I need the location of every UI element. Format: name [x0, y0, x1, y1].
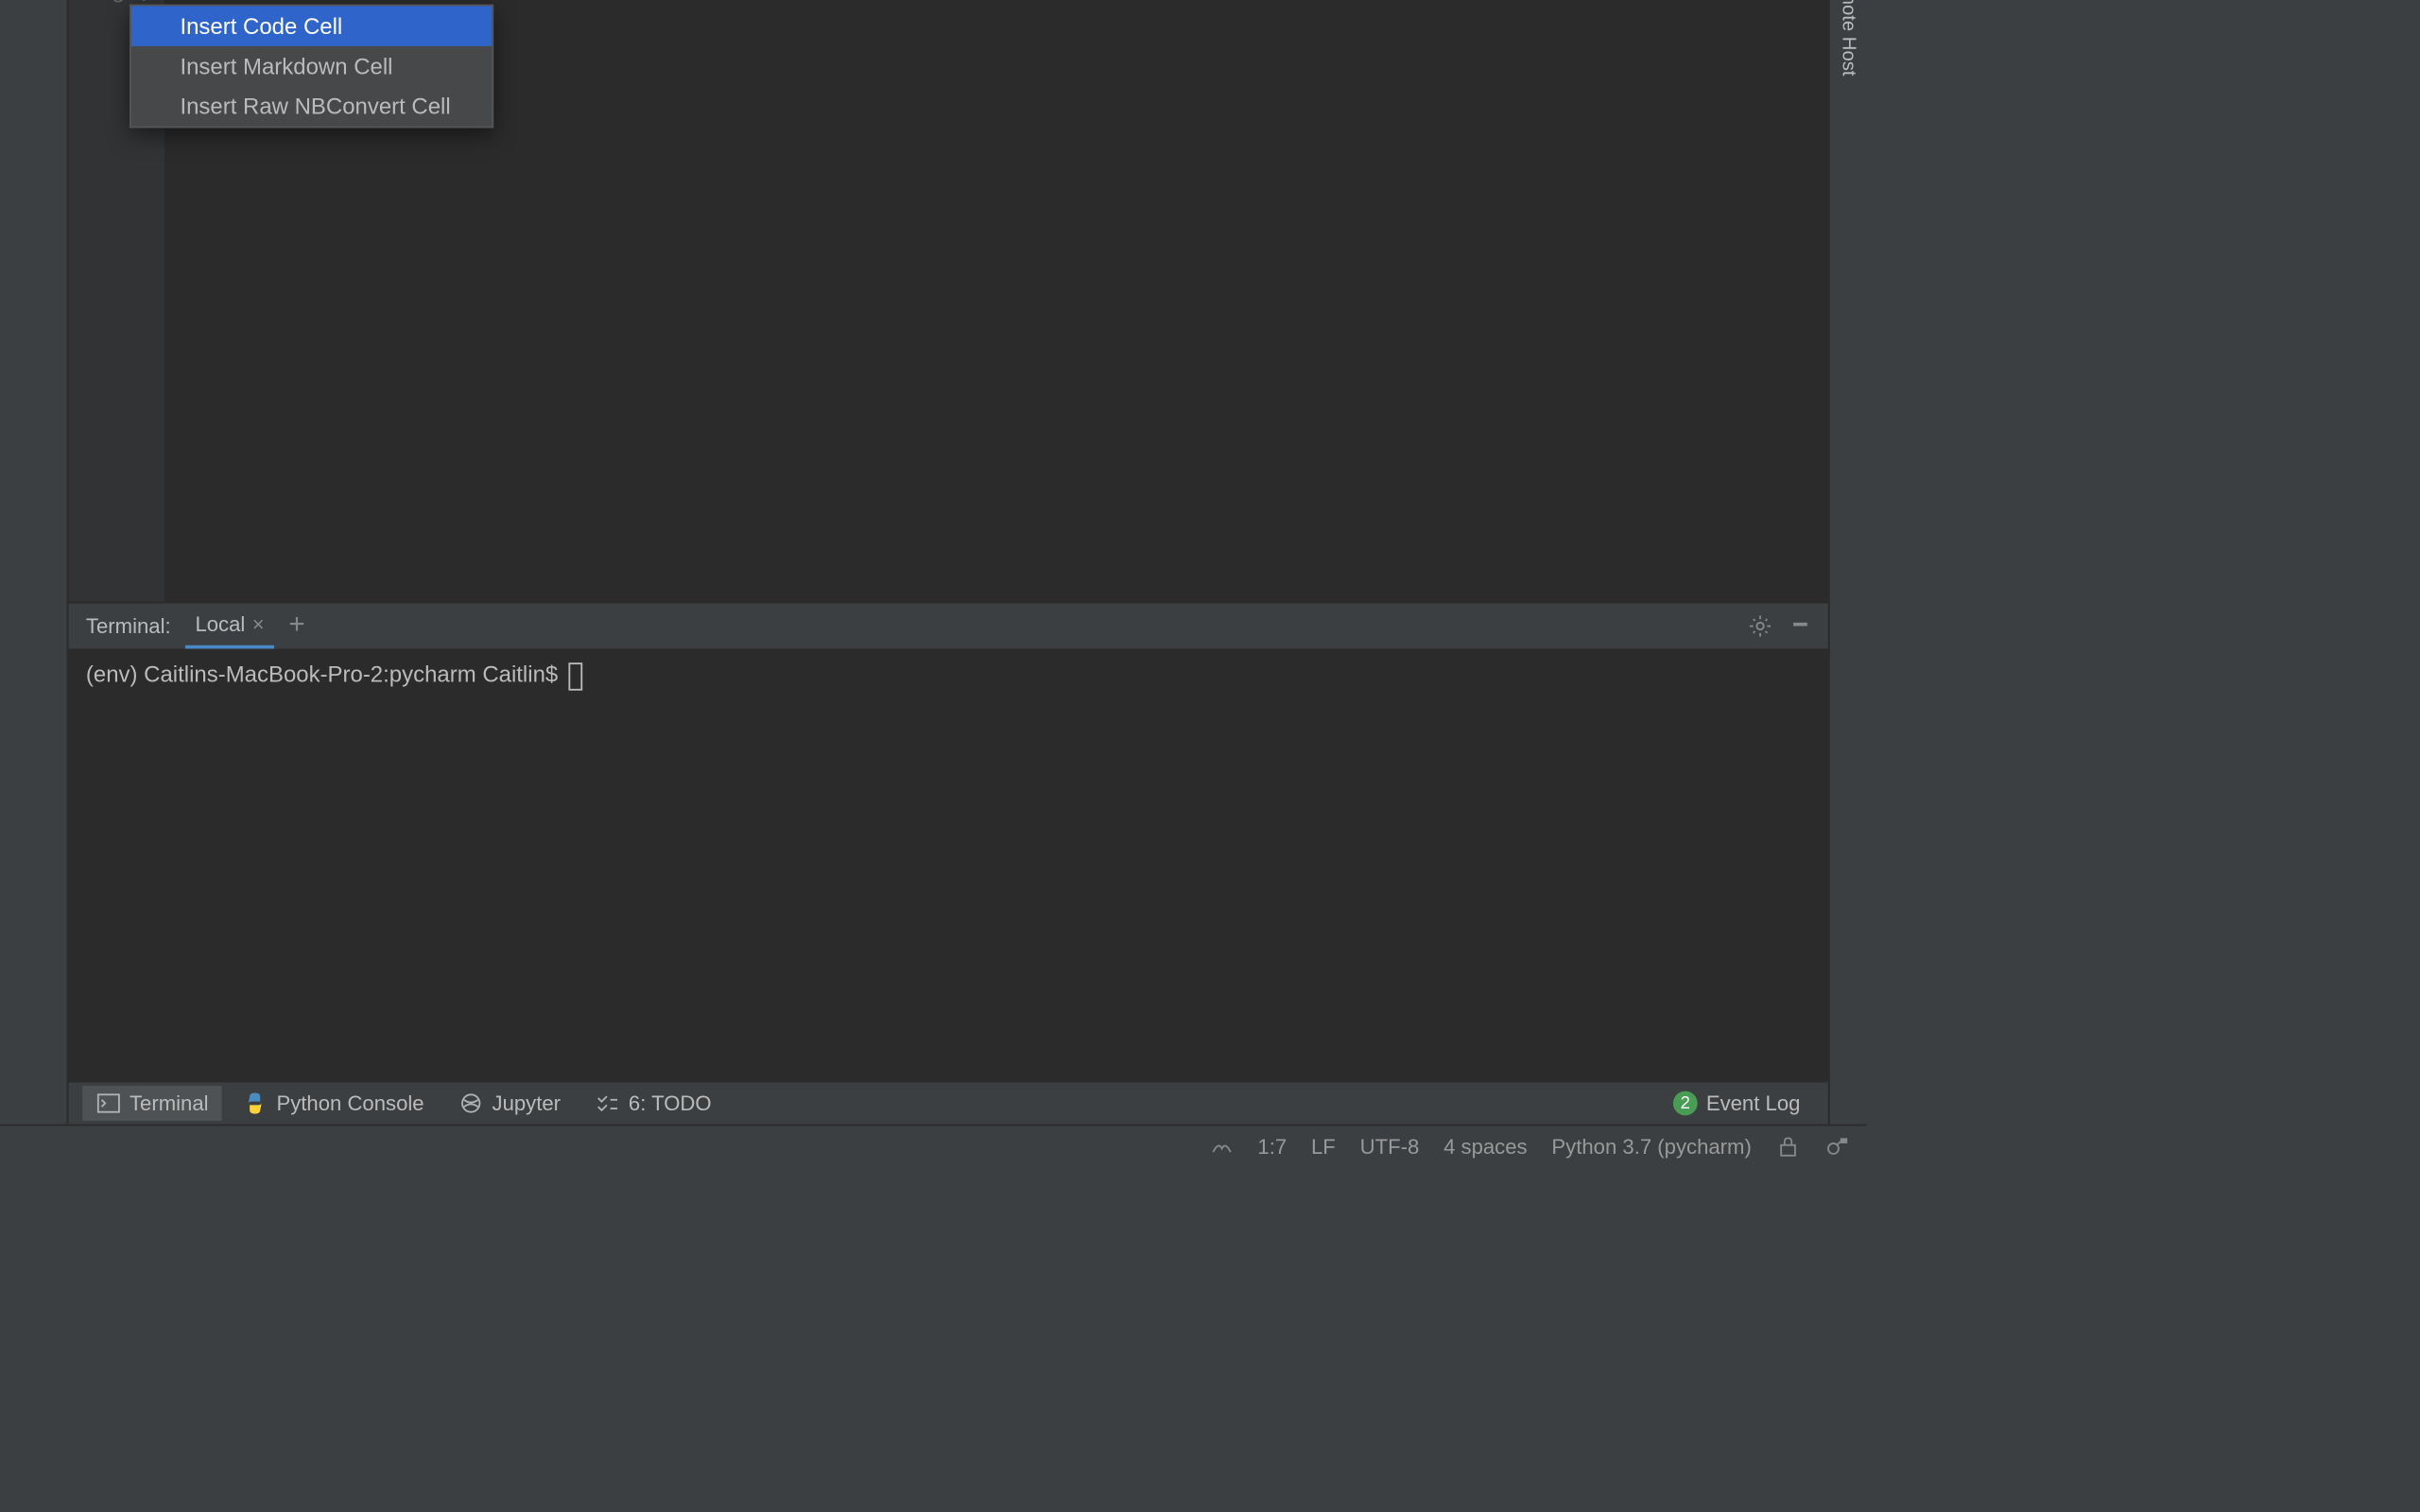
jupyter-icon — [458, 1091, 483, 1116]
terminal-cursor — [568, 662, 582, 689]
python-console-tool-tab[interactable]: Python Console — [230, 1086, 439, 1121]
bottom-tool-tabs: Terminal Python Console Jupyter 6: TODO … — [68, 1081, 1827, 1125]
minimize-icon[interactable] — [1789, 614, 1810, 639]
close-icon[interactable]: × — [252, 612, 265, 637]
terminal-tool-tab[interactable]: Terminal — [82, 1086, 222, 1121]
python-icon — [243, 1091, 268, 1116]
lock-icon[interactable] — [1776, 1134, 1801, 1159]
right-tool-stripe: Database SciView Remote Host — [1828, 0, 1867, 1125]
terminal-tab[interactable]: Local × — [184, 604, 274, 649]
memory-icon[interactable] — [1209, 1134, 1234, 1159]
insert-cell-menu: Insert Code Cell Insert Markdown Cell In… — [130, 5, 494, 129]
status-line-ending[interactable]: LF — [1311, 1134, 1336, 1159]
inspector-icon[interactable] — [1824, 1134, 1849, 1159]
todo-tool-tab[interactable]: 6: TODO — [581, 1086, 725, 1121]
editor-area: pycharm.ipynb × Managed: http://localhos… — [68, 0, 1827, 1125]
status-bar: Insert Code Cell to the end of the noteb… — [0, 1125, 1866, 1166]
remote-host-tool-tab[interactable]: Remote Host — [1834, 0, 1861, 90]
jupyter-tool-tab[interactable]: Jupyter — [445, 1086, 575, 1121]
menu-insert-code-cell[interactable]: Insert Code Cell — [131, 6, 493, 45]
menu-insert-raw-cell[interactable]: Insert Raw NBConvert Cell — [131, 86, 493, 126]
status-indent[interactable]: 4 spaces — [1443, 1134, 1528, 1159]
gear-icon[interactable] — [1748, 614, 1772, 639]
terminal-body[interactable]: (env) Caitlins-MacBook-Pro-2:pycharm Cai… — [68, 650, 1827, 1080]
event-log-tool-tab[interactable]: 2 Event Log — [1659, 1086, 1814, 1121]
menu-insert-markdown-cell[interactable]: Insert Markdown Cell — [131, 46, 493, 86]
event-log-badge: 2 — [1673, 1091, 1698, 1116]
terminal-panel: Terminal: Local × + (env) Caitlins-MacBo… — [68, 602, 1827, 1081]
todo-icon — [596, 1092, 620, 1113]
status-position[interactable]: 1:7 — [1257, 1134, 1287, 1159]
preview-pane: This is a Markdown Cell — [1079, 0, 1827, 602]
status-encoding[interactable]: UTF-8 — [1360, 1134, 1420, 1159]
terminal-icon — [96, 1092, 121, 1113]
project-panel: Project pycharm ~/Desktop/pycharm — [0, 0, 68, 1125]
add-terminal-icon[interactable]: + — [288, 610, 304, 642]
status-interpreter[interactable]: Python 3.7 (pycharm) — [1551, 1134, 1751, 1159]
terminal-title: Terminal: — [86, 614, 171, 639]
